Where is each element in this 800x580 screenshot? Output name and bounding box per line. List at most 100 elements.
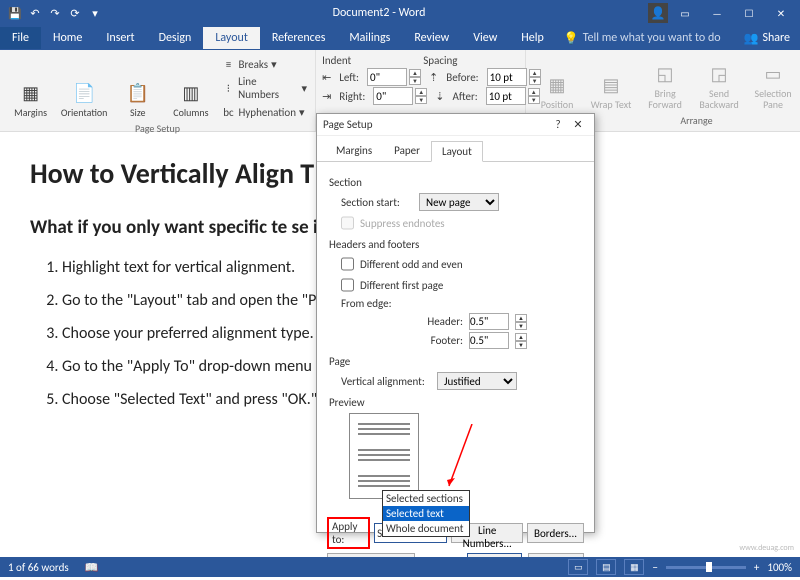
indent-right-label: Right: [339, 90, 365, 103]
watermark: www.deuag.com [739, 543, 794, 553]
indent-left-input[interactable] [367, 68, 407, 86]
breaks-icon: ≡ [221, 57, 235, 71]
web-layout-button[interactable]: ▦ [624, 559, 644, 575]
read-mode-button[interactable]: ▭ [568, 559, 588, 575]
margins-button[interactable]: ▦Margins [6, 54, 55, 120]
spacing-before-input[interactable] [487, 68, 527, 86]
section-header: Section [329, 176, 582, 189]
wrap-label: Wrap Text [591, 99, 632, 110]
tab-home[interactable]: Home [41, 27, 94, 49]
dialog-help-button[interactable]: ? [548, 118, 568, 131]
selection-pane-button[interactable]: ▭Selection Pane [748, 54, 798, 112]
apply-option-whole-document[interactable]: Whole document [383, 521, 469, 536]
ribbon-group-page-setup: ▦Margins 📄Orientation 📋Size ▥ Columns ≡Br… [0, 50, 316, 131]
bring-forward-button: ◱Bring Forward [640, 54, 690, 112]
dialog-tabs: Margins Paper Layout [317, 136, 594, 162]
save-icon[interactable]: 💾 [6, 4, 24, 22]
print-layout-button[interactable]: ▤ [596, 559, 616, 575]
apply-option-selected-text[interactable]: Selected text [383, 506, 469, 521]
apply-to-dropdown: Selected sections Selected text Whole do… [382, 490, 470, 537]
from-edge-label: From edge: [341, 297, 413, 310]
undo-icon[interactable]: ↶ [26, 4, 44, 22]
indent-right-input[interactable] [373, 87, 413, 105]
word-count[interactable]: 1 of 66 words [8, 561, 69, 574]
size-icon: 📋 [126, 81, 150, 105]
refresh-icon[interactable]: ⟳ [66, 4, 84, 22]
spacing-after-input[interactable] [486, 87, 526, 105]
tab-mailings[interactable]: Mailings [337, 27, 402, 49]
spin-down[interactable]: ▼ [415, 96, 427, 104]
zoom-slider[interactable] [666, 566, 746, 569]
tab-insert[interactable]: Insert [94, 27, 146, 49]
spin-down[interactable]: ▼ [515, 322, 527, 330]
tab-file[interactable]: File [0, 27, 41, 49]
customize-qat-icon[interactable]: ▾ [86, 4, 104, 22]
zoom-in-button[interactable]: + [754, 561, 759, 574]
spin-up[interactable]: ▲ [515, 314, 527, 322]
titlebar: 💾 ↶ ↷ ⟳ ▾ Document2 - Word 👤 ▭ — ☐ ✕ [0, 0, 800, 26]
zoom-out-button[interactable]: − [652, 561, 657, 574]
hyphenation-button[interactable]: bcHyphenation▾ [219, 104, 309, 120]
borders-button[interactable]: Borders... [527, 523, 584, 543]
columns-icon: ▥ [179, 81, 203, 105]
ribbon-options-icon[interactable]: ▭ [670, 3, 700, 23]
section-start-select[interactable]: New page [419, 193, 499, 211]
window-title: Document2 - Word [110, 6, 648, 20]
bring-label: Bring Forward [642, 88, 688, 110]
tell-me-search[interactable]: 💡Tell me what you want to do [556, 31, 729, 46]
redo-icon[interactable]: ↷ [46, 4, 64, 22]
vertical-alignment-select[interactable]: Justified [437, 372, 517, 390]
spacing-header: Spacing [423, 54, 457, 67]
orientation-icon: 📄 [72, 81, 96, 105]
share-icon: 👥 [743, 31, 758, 46]
user-avatar[interactable]: 👤 [648, 3, 668, 23]
pane-label: Selection Pane [750, 88, 796, 110]
size-button[interactable]: 📋Size [113, 54, 162, 120]
spellcheck-icon[interactable]: 📖 [85, 561, 99, 574]
tab-references[interactable]: References [260, 27, 338, 49]
first-page-checkbox[interactable] [341, 276, 354, 294]
header-input[interactable] [469, 313, 509, 330]
page-setup-dialog: Page Setup ? ✕ Margins Paper Layout Sect… [316, 113, 595, 533]
dialog-tab-paper[interactable]: Paper [383, 140, 431, 161]
spin-down[interactable]: ▼ [409, 77, 421, 85]
zoom-level[interactable]: 100% [767, 561, 792, 574]
odd-even-label: Different odd and even [360, 258, 463, 271]
footer-input[interactable] [469, 332, 509, 349]
dialog-titlebar[interactable]: Page Setup ? ✕ [317, 114, 594, 136]
spin-up[interactable]: ▲ [515, 333, 527, 341]
line-numbers-button[interactable]: ⁝Line Numbers▾ [219, 74, 309, 102]
tab-layout[interactable]: Layout [203, 27, 260, 49]
odd-even-checkbox[interactable] [341, 255, 354, 273]
quick-access-toolbar: 💾 ↶ ↷ ⟳ ▾ [0, 4, 110, 22]
tab-help[interactable]: Help [509, 27, 556, 49]
preview-box [349, 413, 419, 499]
share-label: Share [762, 31, 790, 45]
tab-view[interactable]: View [461, 27, 509, 49]
spin-down[interactable]: ▼ [515, 341, 527, 349]
spin-up[interactable]: ▲ [415, 88, 427, 96]
indent-left-label: Left: [339, 71, 359, 84]
close-button[interactable]: ✕ [766, 3, 796, 23]
spin-up[interactable]: ▲ [409, 69, 421, 77]
preview-header: Preview [329, 396, 582, 409]
columns-label: Columns [173, 107, 208, 118]
maximize-button[interactable]: ☐ [734, 3, 764, 23]
page-header: Page [329, 355, 582, 368]
minimize-button[interactable]: — [702, 3, 732, 23]
orientation-button[interactable]: 📄Orientation [59, 54, 109, 120]
breaks-button[interactable]: ≡Breaks▾ [219, 56, 309, 72]
send-icon: ◲ [707, 62, 731, 86]
dialog-tab-layout[interactable]: Layout [431, 141, 483, 162]
apply-option-sections[interactable]: Selected sections [383, 491, 469, 506]
tab-review[interactable]: Review [402, 27, 461, 49]
share-button[interactable]: 👥 Share [733, 27, 800, 50]
columns-button[interactable]: ▥ Columns [166, 54, 215, 120]
breaks-label: Breaks [238, 58, 268, 71]
indent-header: Indent [322, 54, 351, 67]
tab-design[interactable]: Design [147, 27, 204, 49]
dialog-close-button[interactable]: ✕ [568, 118, 588, 131]
dialog-tab-margins[interactable]: Margins [325, 140, 383, 161]
tell-me-label: Tell me what you want to do [583, 31, 721, 45]
margins-icon: ▦ [19, 81, 43, 105]
